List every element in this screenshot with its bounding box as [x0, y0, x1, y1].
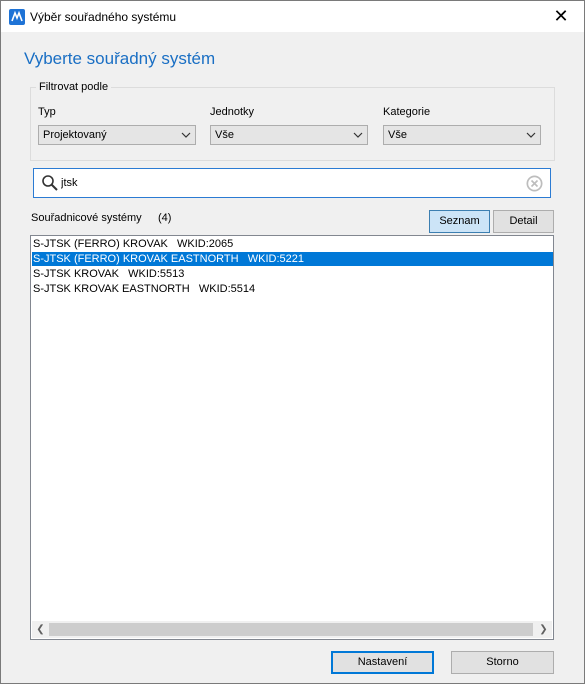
chevron-down-icon — [353, 132, 363, 138]
cancel-button-label: Storno — [486, 656, 519, 668]
view-detail-label: Detail — [509, 215, 538, 227]
list-item[interactable]: S-JTSK KROVAK WKID:5513 — [32, 267, 553, 281]
clear-search-icon[interactable] — [526, 175, 543, 192]
title-bar: Výběr souřadného systému ✕ — [1, 1, 584, 32]
settings-button[interactable]: Nastavení — [331, 651, 434, 674]
chevron-down-icon — [526, 132, 536, 138]
view-list-label: Seznam — [439, 215, 480, 227]
close-icon: ✕ — [553, 6, 569, 26]
horizontal-scrollbar[interactable]: ❮ ❯ — [32, 621, 552, 638]
units-select[interactable]: Vše — [210, 125, 368, 145]
list-item[interactable]: S-JTSK KROVAK EASTNORTH WKID:5514 — [32, 282, 553, 296]
filter-group — [30, 87, 555, 161]
window-title: Výběr souřadného systému — [30, 10, 177, 24]
dialog-window: Výběr souřadného systému ✕ Vyberte souřa… — [0, 0, 585, 684]
type-select-value: Projektovaný — [43, 129, 107, 141]
coordinate-system-list[interactable]: S-JTSK (FERRO) KROVAK WKID:2065 S-JTSK (… — [30, 235, 554, 640]
close-button[interactable]: ✕ — [538, 1, 584, 32]
list-item-selected[interactable]: S-JTSK (FERRO) KROVAK EASTNORTH WKID:522… — [32, 252, 553, 266]
units-label: Jednotky — [210, 106, 255, 118]
filter-caption: Filtrovat podle — [36, 81, 112, 93]
scroll-left-icon[interactable]: ❮ — [32, 621, 49, 638]
category-select-value: Vše — [388, 129, 407, 141]
list-count: (4) — [158, 212, 172, 224]
cancel-button[interactable]: Storno — [451, 651, 554, 674]
settings-button-label: Nastavení — [357, 656, 408, 668]
search-icon — [42, 175, 58, 191]
type-label: Typ — [38, 106, 56, 118]
page-title: Vyberte souřadný systém — [24, 49, 216, 68]
list-label: Souřadnicové systémy — [31, 212, 142, 224]
category-label: Kategorie — [383, 106, 431, 118]
search-box — [33, 168, 551, 198]
chevron-down-icon — [181, 132, 191, 138]
view-detail-button[interactable]: Detail — [493, 210, 554, 233]
scroll-right-icon[interactable]: ❯ — [535, 621, 552, 638]
type-select[interactable]: Projektovaný — [38, 125, 196, 145]
app-icon — [9, 9, 25, 25]
scrollbar-thumb[interactable] — [49, 623, 533, 636]
list-item[interactable]: S-JTSK (FERRO) KROVAK WKID:2065 — [32, 237, 553, 251]
units-select-value: Vše — [215, 129, 234, 141]
search-input[interactable] — [61, 175, 531, 191]
view-list-button[interactable]: Seznam — [429, 210, 490, 233]
category-select[interactable]: Vše — [383, 125, 541, 145]
